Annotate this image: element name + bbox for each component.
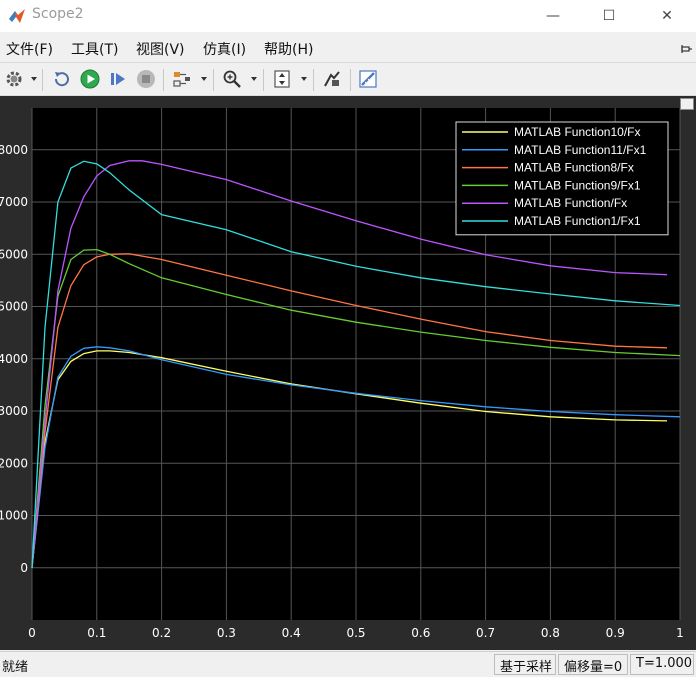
menu-file[interactable]: 文件(F) xyxy=(6,39,53,59)
stop-icon[interactable] xyxy=(136,69,156,89)
maximize-icon: ☐ xyxy=(602,8,616,24)
toolbar-separator xyxy=(163,69,164,91)
x-tick-label: 0.1 xyxy=(87,626,106,640)
x-tick-label: 0.7 xyxy=(476,626,495,640)
y-tick-label: 7000 xyxy=(0,195,28,209)
offset-indicator: 偏移量=0 xyxy=(558,654,628,675)
x-tick-label: 0.4 xyxy=(282,626,301,640)
restore-view-icon[interactable] xyxy=(52,69,72,89)
step-forward-icon[interactable] xyxy=(108,69,128,89)
gear-dropdown-icon[interactable] xyxy=(31,77,37,81)
x-tick-label: 0.2 xyxy=(152,626,171,640)
autoscale-icon[interactable] xyxy=(272,69,292,89)
y-tick-label: 6000 xyxy=(0,247,28,261)
menu-tools[interactable]: 工具(T) xyxy=(71,39,118,59)
run-icon[interactable] xyxy=(80,69,100,89)
menu-bar: 文件(F) 工具(T) 视图(V) 仿真(I) 帮助(H) xyxy=(0,34,696,62)
status-text: 就绪 xyxy=(2,660,29,675)
legend-label: MATLAB Function8/Fx xyxy=(514,161,634,175)
x-tick-label: 0.3 xyxy=(217,626,236,640)
zoom-dropdown-icon[interactable] xyxy=(251,77,257,81)
restore-layout-button[interactable] xyxy=(680,98,694,110)
legend-label: MATLAB Function9/Fx1 xyxy=(514,178,641,192)
minimize-icon: — xyxy=(546,8,560,24)
signal-select-icon[interactable] xyxy=(172,69,192,89)
toolbar-separator xyxy=(213,69,214,91)
legend-label: MATLAB Function10/Fx xyxy=(514,125,641,139)
x-tick-label: 1 xyxy=(676,626,684,640)
x-tick-label: 0.8 xyxy=(541,626,560,640)
time-indicator: T=1.000 xyxy=(630,654,694,675)
y-tick-label: 1000 xyxy=(0,509,28,523)
menu-help[interactable]: 帮助(H) xyxy=(264,39,313,59)
close-button[interactable]: ✕ xyxy=(644,0,690,32)
toolbar-separator xyxy=(350,69,351,91)
toolbar xyxy=(0,62,696,96)
zoom-icon[interactable] xyxy=(222,69,242,89)
legend-label: MATLAB Function/Fx xyxy=(514,196,627,210)
y-tick-label: 4000 xyxy=(0,352,28,366)
toolbar-separator xyxy=(313,69,314,91)
x-tick-label: 0 xyxy=(28,626,36,640)
dock-pin-icon[interactable] xyxy=(680,43,692,55)
style-icon[interactable] xyxy=(322,69,342,89)
scope-window: Scope2 — ☐ ✕ 文件(F) 工具(T) 视图(V) 仿真(I) 帮助(… xyxy=(0,0,696,677)
title-bar[interactable]: Scope2 — ☐ ✕ xyxy=(0,0,696,32)
signal-select-dropdown-icon[interactable] xyxy=(201,77,207,81)
autoscale-dropdown-icon[interactable] xyxy=(301,77,307,81)
y-tick-label: 0 xyxy=(20,561,28,575)
legend-label: MATLAB Function1/Fx1 xyxy=(514,214,641,228)
x-tick-label: 0.6 xyxy=(411,626,430,640)
y-tick-label: 3000 xyxy=(0,404,28,418)
measurements-icon[interactable] xyxy=(358,69,378,89)
close-icon: ✕ xyxy=(661,8,673,24)
x-tick-label: 0.9 xyxy=(606,626,625,640)
y-tick-label: 8000 xyxy=(0,143,28,157)
minimize-button[interactable]: — xyxy=(530,0,576,32)
sample-mode-indicator: 基于采样 xyxy=(494,654,556,675)
y-tick-label: 2000 xyxy=(0,456,28,470)
x-tick-label: 0.5 xyxy=(346,626,365,640)
y-tick-label: 5000 xyxy=(0,300,28,314)
gear-icon[interactable] xyxy=(4,69,24,89)
maximize-button[interactable]: ☐ xyxy=(586,0,632,32)
toolbar-separator xyxy=(263,69,264,91)
matlab-app-icon xyxy=(9,9,25,23)
legend-label: MATLAB Function11/Fx1 xyxy=(514,143,647,157)
menu-view[interactable]: 视图(V) xyxy=(136,39,185,59)
menu-simulation[interactable]: 仿真(I) xyxy=(203,39,246,59)
scope-plot[interactable]: 0 0.1 0.2 0.3 0.4 0.5 0.6 0.7 0.8 0.9 1 0 1000 2000 30… xyxy=(0,96,696,650)
window-title: Scope2 xyxy=(32,6,84,22)
toolbar-separator xyxy=(42,69,43,91)
status-bar: 就绪 基于采样 偏移量=0 T=1.000 xyxy=(0,651,696,677)
